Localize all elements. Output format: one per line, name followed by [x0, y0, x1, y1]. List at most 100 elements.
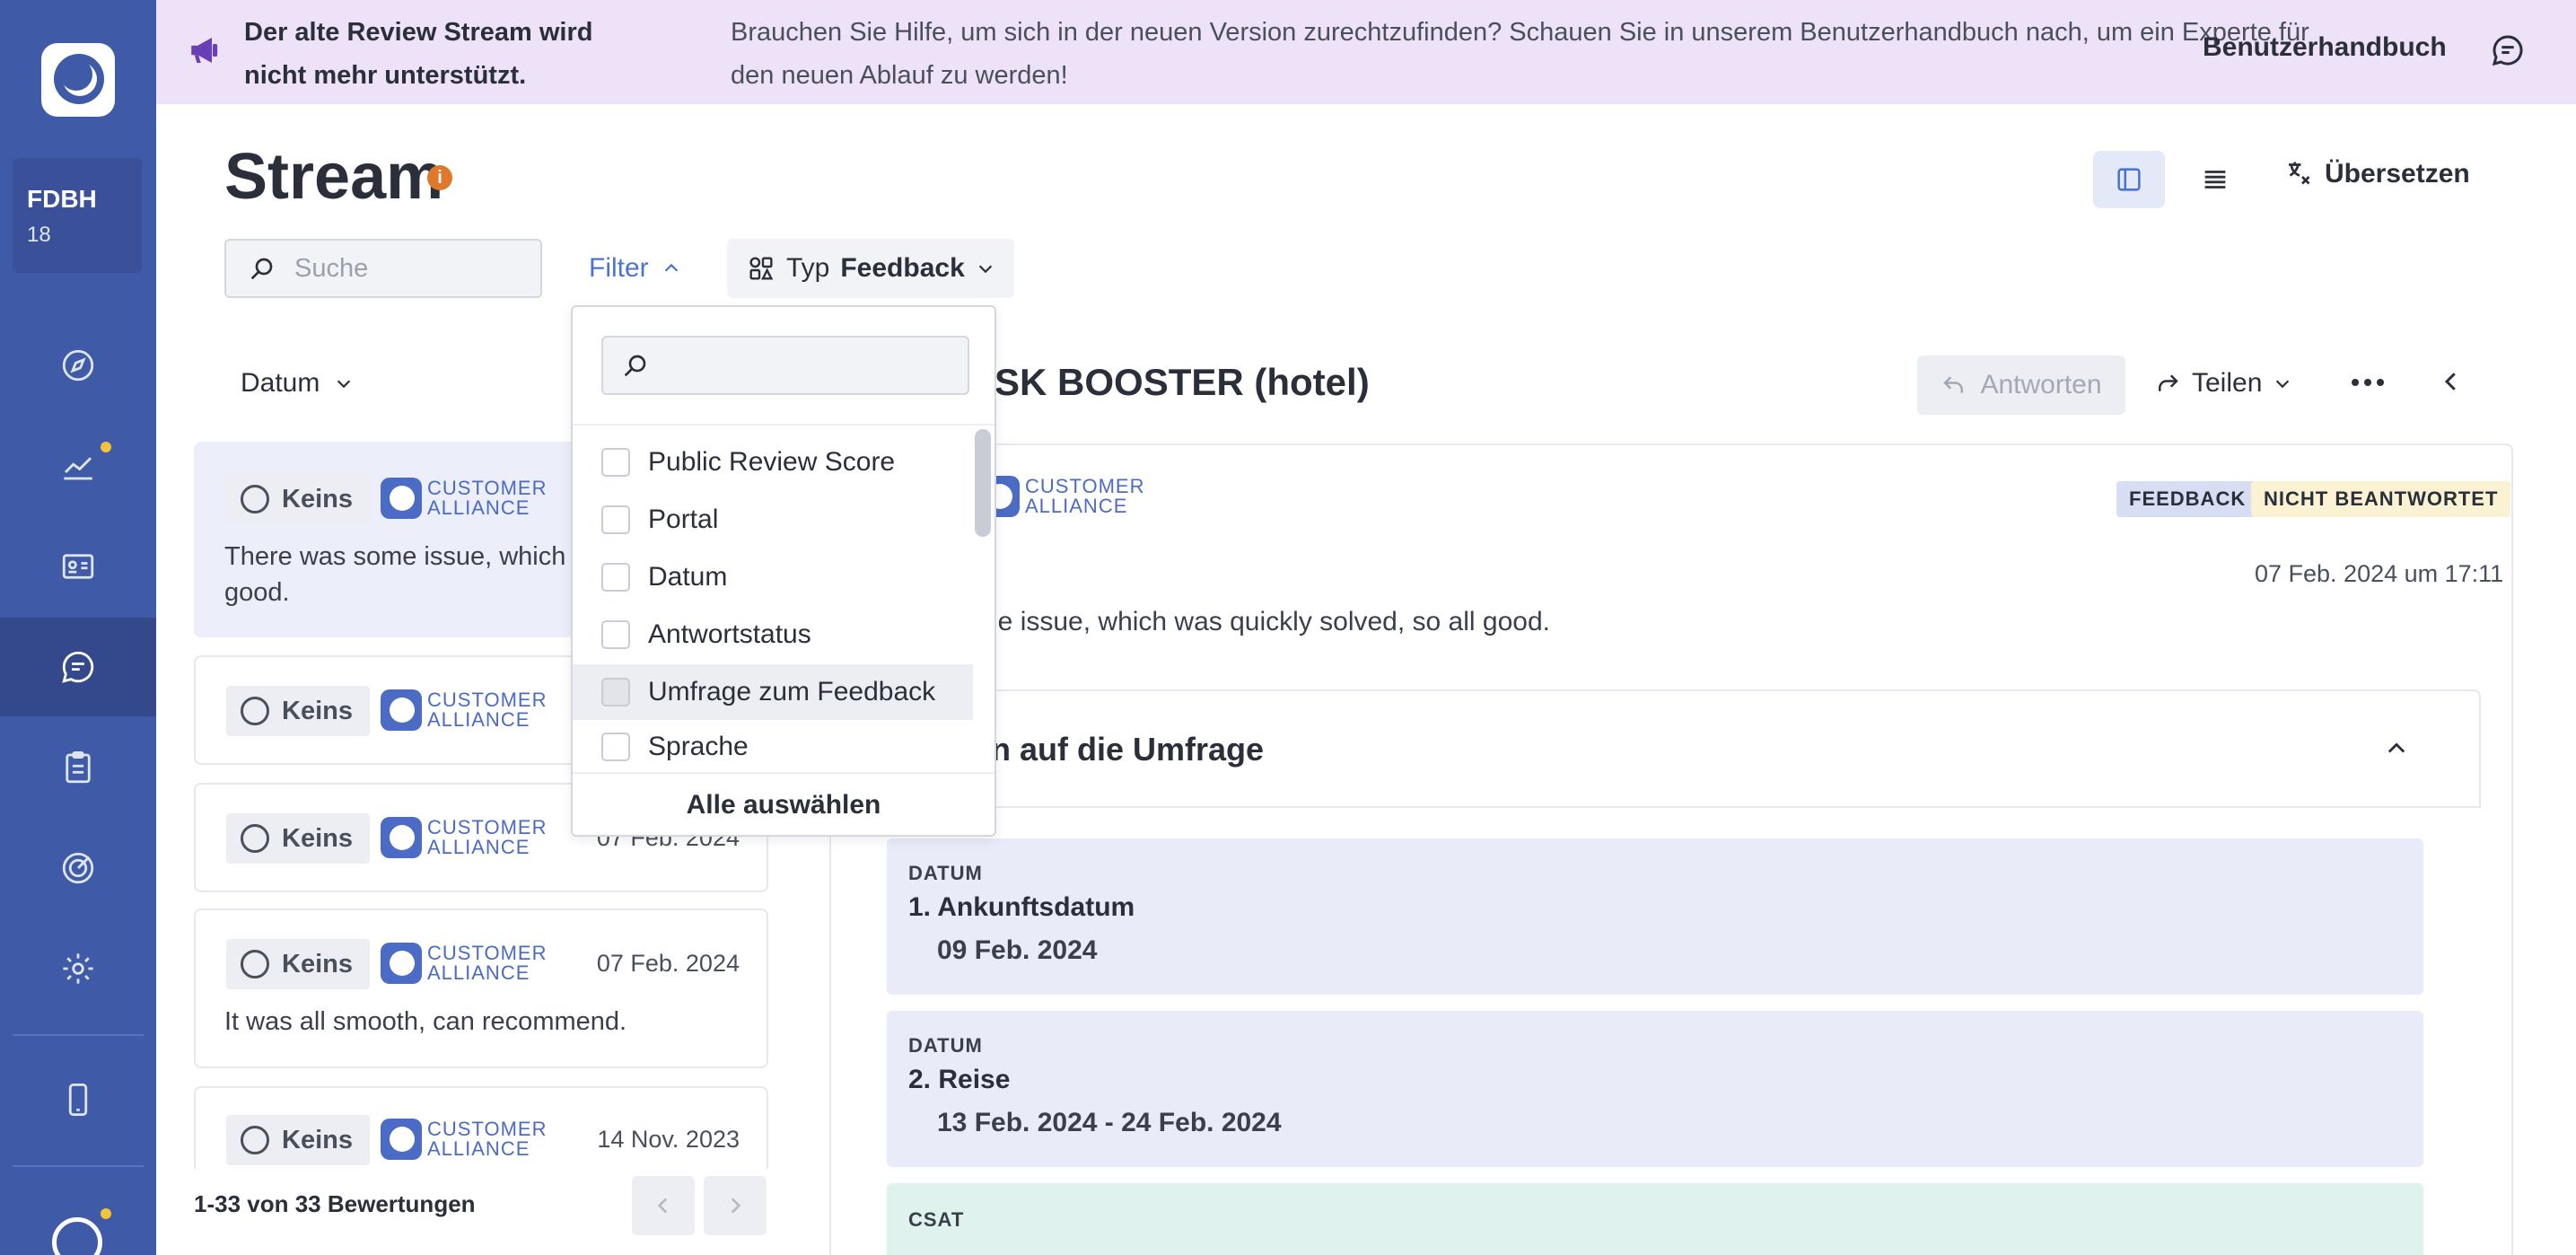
filter-dropdown: Public Review Score Portal Datum Antwort… [571, 305, 996, 837]
filter-option-label: Umfrage zum Feedback [648, 677, 936, 706]
split-view-button[interactable] [2093, 151, 2165, 208]
survey-answer: DATUM 2. Reise 13 Feb. 2024 - 24 Feb. 20… [887, 1011, 2423, 1167]
search-input[interactable]: Suche [224, 239, 542, 298]
status-label: Keins [282, 1125, 353, 1154]
search-icon [250, 258, 273, 280]
checkbox[interactable] [601, 620, 630, 649]
checkbox[interactable] [601, 563, 630, 592]
question-answer: 09 Feb. 2024 [937, 935, 1098, 965]
status-chip[interactable]: Keins [226, 813, 370, 864]
translate-button[interactable]: Übersetzen [2283, 158, 2470, 190]
scrollbar[interactable] [975, 429, 991, 537]
nav-mobile-app[interactable] [0, 1050, 156, 1149]
status-chip[interactable]: Keins [226, 1115, 370, 1165]
radio-icon [241, 950, 269, 979]
type-filter-button[interactable]: Typ Feedback [727, 239, 1014, 298]
checkbox[interactable] [601, 678, 630, 706]
type-label: Typ [786, 253, 830, 283]
checkbox[interactable] [601, 505, 630, 534]
nav-goals[interactable] [0, 819, 156, 917]
chevron-down-icon [2276, 380, 2290, 389]
review-date: 07 Feb. 2024 [596, 950, 740, 977]
question-title: 1. Ankunftsdatum [908, 892, 1135, 922]
review-title: ESK BOOSTER (hotel) [969, 361, 1370, 403]
share-button[interactable]: Teilen [2154, 368, 2292, 399]
translate-icon [2289, 162, 2310, 185]
sidebar: FDBH 18 [0, 0, 156, 1255]
select-all-button[interactable]: Alle auswählen [573, 790, 994, 821]
review-text: ome issue, which was quickly solved, so … [960, 607, 1550, 636]
share-label: Teilen [2192, 368, 2263, 398]
status-badge: NICHT BEANTWORTET [2251, 481, 2511, 517]
previous-page-button[interactable] [632, 1176, 695, 1235]
radio-icon [241, 697, 269, 725]
status-label: Keins [282, 696, 353, 725]
nav-surveys[interactable] [0, 718, 156, 817]
nav-stream[interactable] [0, 618, 156, 716]
review-excerpt: It was all smooth, can recommend. [224, 1007, 627, 1036]
app-logo[interactable] [41, 43, 115, 117]
megaphone-icon [191, 38, 218, 63]
chat-help-icon[interactable] [2490, 32, 2526, 68]
status-label: Keins [282, 949, 353, 979]
sidebar-divider [13, 1165, 144, 1167]
notification-dot [101, 442, 111, 452]
nav-explore[interactable] [0, 316, 156, 415]
question-type: DATUM [908, 862, 983, 884]
radio-icon [241, 824, 269, 853]
nav-contacts[interactable] [0, 517, 156, 616]
list-item[interactable]: Keins CUSTOMER ALLIANCE 14 Nov. 2023 [194, 1086, 768, 1169]
filter-option[interactable]: Datum [573, 549, 973, 605]
nav-settings[interactable] [0, 919, 156, 1018]
list-view-icon [2204, 171, 2226, 189]
page-title: Stream [224, 141, 444, 213]
share-arrow-icon [2159, 374, 2178, 391]
survey-section-title: en auf die Umfrage [973, 731, 1265, 768]
search-placeholder: Suche [294, 253, 369, 283]
type-badge: FEEDBACK [2116, 481, 2259, 517]
compass-icon [62, 349, 94, 382]
divider [573, 772, 994, 774]
nav-analytics[interactable] [0, 417, 156, 515]
status-chip[interactable]: Keins [226, 474, 370, 524]
filter-option[interactable]: Umfrage zum Feedback [573, 664, 973, 720]
account-switcher[interactable]: FDBH 18 [13, 158, 142, 273]
filter-option[interactable]: Portal [573, 492, 973, 548]
user-avatar-icon[interactable] [52, 1217, 102, 1255]
customer-alliance-logo: CUSTOMER ALLIANCE [381, 817, 548, 858]
more-options-icon[interactable] [2350, 377, 2386, 388]
chat-bubble-icon [62, 651, 94, 683]
divider [573, 424, 994, 426]
split-view-icon [2117, 168, 2141, 191]
sort-dropdown[interactable]: Datum [241, 368, 354, 399]
status-label: Keins [282, 484, 353, 513]
chevron-left-icon[interactable] [2438, 368, 2465, 395]
list-view-button[interactable] [2179, 151, 2251, 208]
list-item[interactable]: Keins CUSTOMER ALLIANCE 07 Feb. 2024 It w… [194, 908, 768, 1068]
search-icon [624, 355, 646, 377]
filter-option[interactable]: Antwortstatus [573, 607, 973, 663]
customer-alliance-logo: CUSTOMER ALLIANCE [381, 478, 548, 519]
filter-option-label: Sprache [648, 732, 749, 761]
filter-button[interactable]: Filter [589, 253, 681, 284]
filter-option[interactable]: Public Review Score [573, 434, 973, 490]
review-date: 14 Nov. 2023 [597, 1126, 740, 1153]
target-icon [62, 852, 94, 884]
customer-alliance-logo: CUSTOMER ALLIANCE [381, 943, 548, 984]
filter-label: Filter [589, 253, 649, 283]
user-guide-link[interactable]: Benutzerhandbuch [2203, 32, 2447, 63]
reply-button[interactable]: Antworten [1917, 355, 2125, 415]
reply-label: Antworten [1980, 370, 2102, 399]
chevron-up-icon[interactable] [2384, 736, 2409, 761]
info-icon[interactable]: i [427, 165, 452, 190]
checkbox[interactable] [601, 448, 630, 477]
status-chip[interactable]: Keins [226, 686, 370, 736]
next-page-button[interactable] [704, 1176, 767, 1235]
sidebar-divider [13, 1034, 144, 1036]
chevron-right-icon [731, 1198, 741, 1214]
survey-answer: CSAT [887, 1183, 2423, 1255]
checkbox[interactable] [601, 733, 630, 761]
status-chip[interactable]: Keins [226, 939, 370, 989]
filter-option[interactable]: Sprache [573, 722, 973, 772]
filter-search-input[interactable] [601, 336, 969, 395]
